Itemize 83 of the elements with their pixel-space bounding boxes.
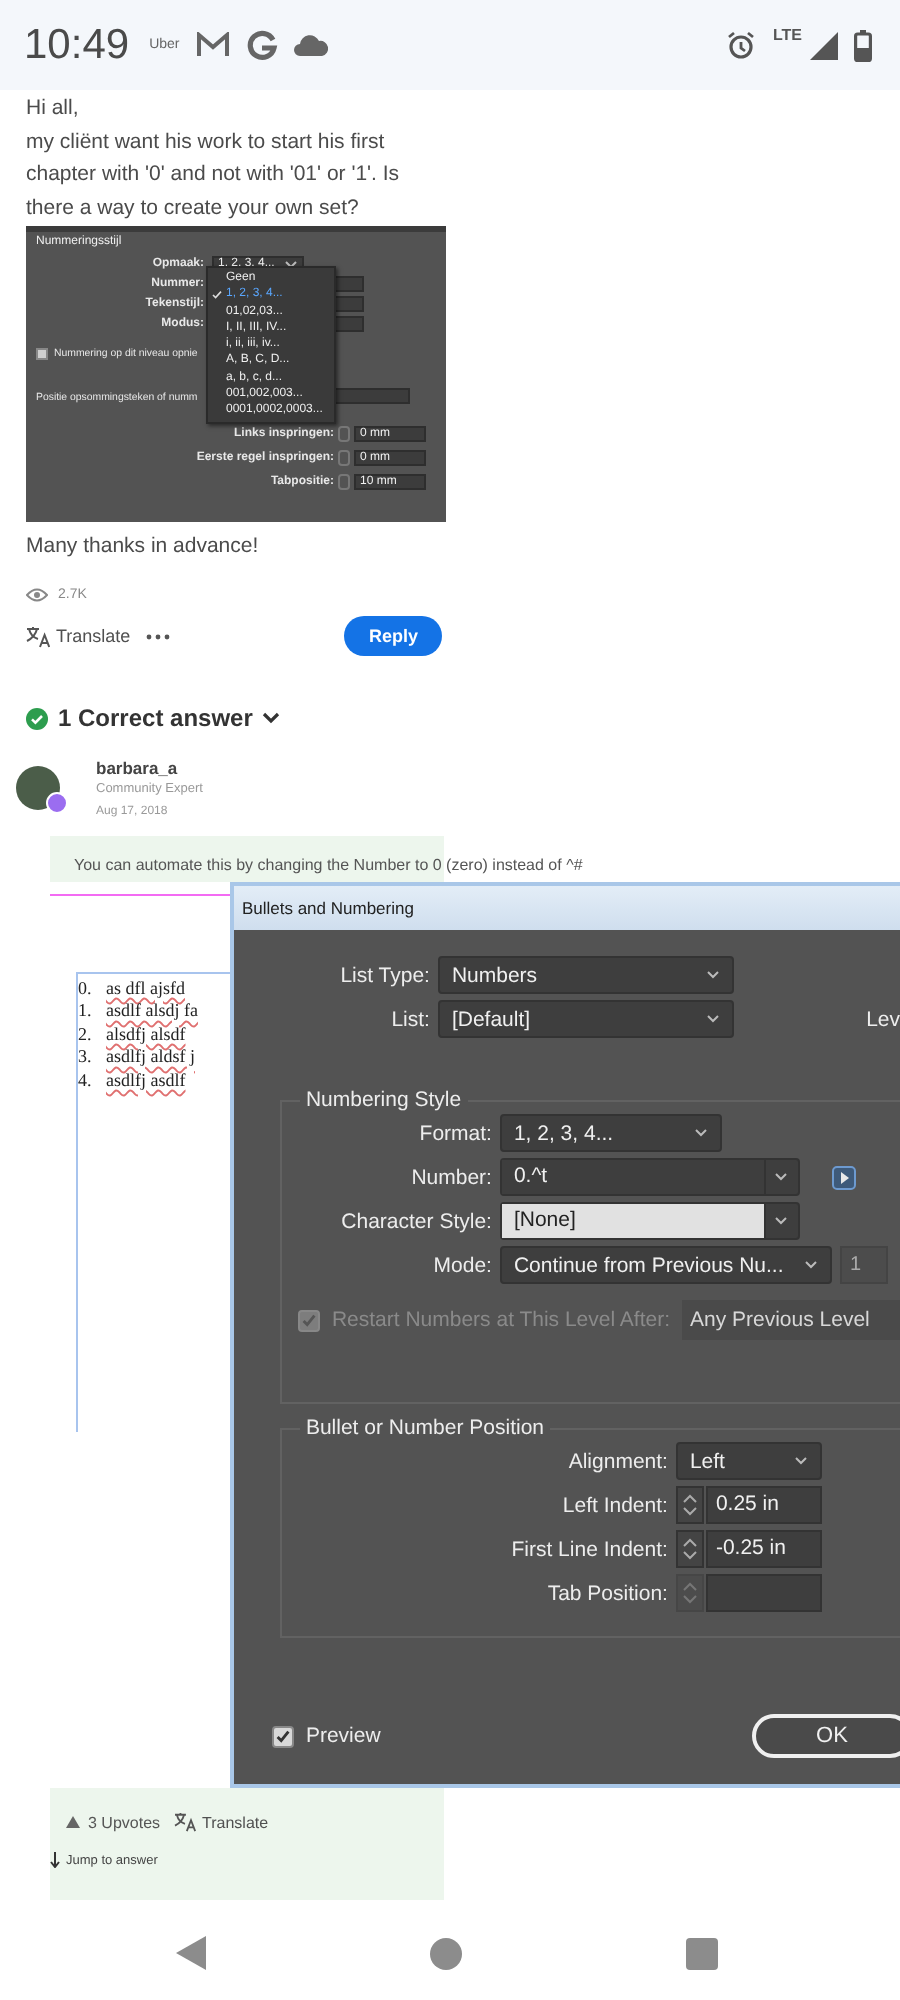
- list-number: 2.: [78, 1023, 94, 1044]
- field-label: First Line Indent:: [509, 1537, 668, 1561]
- checkmark-icon: [299, 1311, 318, 1329]
- dropdown[interactable]: Numbers: [437, 956, 734, 994]
- field-label: Alignment:: [566, 1449, 668, 1473]
- chevron-down-icon: [793, 1456, 808, 1466]
- number-field[interactable]: [705, 1574, 822, 1612]
- number-field[interactable]: -0.25 in: [705, 1530, 822, 1568]
- mail-icon: [195, 32, 230, 58]
- list-text: asdlfj aldsf j: [106, 1046, 197, 1067]
- dropdown[interactable]: Continue from Previous Nu...: [499, 1246, 832, 1284]
- arrow-down-icon: [50, 1852, 60, 1868]
- dropdown[interactable]: 1, 2, 3, 4...: [499, 1114, 722, 1152]
- recents-icon[interactable]: [686, 1937, 718, 1969]
- list-text: alsdfj alsdf: [106, 1023, 188, 1044]
- dropdown[interactable]: Left: [675, 1442, 822, 1480]
- reply-button[interactable]: Reply: [344, 616, 442, 656]
- list-number: 3.: [78, 1046, 94, 1067]
- chevron-down-icon: [774, 1216, 789, 1226]
- combo-field[interactable]: [None]: [499, 1202, 800, 1240]
- answer-text: You can automate this by changing the Number to 0 (zero) instead of ^#: [74, 856, 583, 874]
- g-logo-icon: [245, 29, 278, 61]
- eye-icon: [26, 588, 48, 602]
- field-label: Tab Position:: [545, 1581, 668, 1605]
- field-label: Format:: [417, 1121, 492, 1145]
- field-label: Left Indent:: [560, 1493, 668, 1517]
- dropdown[interactable]: [Default]: [437, 1000, 734, 1038]
- group-title: Bullet or Number Position: [299, 1416, 551, 1440]
- field-label: Lev: [864, 1007, 900, 1031]
- checkbox[interactable]: [36, 348, 48, 360]
- post-text: Hi all,: [26, 94, 81, 124]
- chevron-down-icon: [284, 259, 298, 269]
- checkbox-label: Preview: [305, 1724, 381, 1748]
- author-name[interactable]: barbara_a: [96, 758, 203, 778]
- chevron-down-icon: [705, 1014, 720, 1024]
- translate-icon: [174, 1812, 197, 1832]
- list-text: asdlfj asdlf: [106, 1069, 188, 1090]
- field-label: Character Style:: [339, 1209, 492, 1233]
- post-text: my cliënt want his work to start his first chapter with '0' and not with '01' or '1'. Is there a way to create your own set?: [26, 127, 402, 223]
- play-icon[interactable]: [831, 1165, 856, 1189]
- signal-icon: [810, 31, 838, 59]
- checkmark-icon: [273, 1727, 292, 1745]
- chevron-down-icon: [705, 970, 720, 980]
- upvote-icon[interactable]: [66, 1816, 80, 1828]
- checkmark-icon: [212, 290, 222, 301]
- list-number: 1.: [78, 1000, 94, 1021]
- correct-answer-heading: 1 Correct answer: [58, 704, 253, 732]
- translate-icon: [26, 625, 50, 647]
- badge-icon: [46, 792, 68, 814]
- field-label: List:: [389, 1007, 430, 1031]
- clock: 10:49: [24, 21, 130, 69]
- ok-button[interactable]: OK: [752, 1714, 900, 1758]
- home-icon[interactable]: [430, 1937, 462, 1969]
- upvote-count: 3 Upvotes: [88, 1813, 161, 1831]
- post-text: Many thanks in advance!: [26, 534, 261, 558]
- alarm-clock-icon: [726, 30, 757, 60]
- list-text: as dfl ajsfd: [106, 977, 187, 998]
- back-icon[interactable]: [176, 1936, 206, 1970]
- more-icon: [146, 633, 171, 639]
- checkbox[interactable]: [271, 1725, 294, 1747]
- field-label: Mode:: [431, 1253, 492, 1277]
- chevron-down-icon[interactable]: [262, 712, 281, 724]
- field-label: Number:: [409, 1165, 492, 1189]
- network-label: LTE: [772, 26, 802, 44]
- number-field[interactable]: 0.25 in: [705, 1486, 822, 1524]
- cloud-icon: [293, 34, 328, 56]
- stepper-icon[interactable]: [675, 1486, 704, 1524]
- chevron-down-icon: [774, 1172, 789, 1182]
- number-field[interactable]: 1: [839, 1246, 888, 1284]
- translate-button[interactable]: Translate: [174, 1812, 269, 1832]
- field-label: List Type:: [338, 963, 430, 987]
- chevron-down-icon: [693, 1128, 708, 1138]
- check-circle-icon: [26, 707, 48, 729]
- list-number: 4.: [78, 1069, 94, 1090]
- combo-field[interactable]: 0.^t: [499, 1158, 800, 1196]
- battery-icon: [854, 29, 872, 61]
- list-number: 0.: [78, 977, 94, 998]
- stepper-icon[interactable]: [675, 1530, 704, 1568]
- group-title: Numbering Style: [299, 1088, 468, 1112]
- dialog-title: Bullets and Numbering: [233, 886, 900, 930]
- chevron-down-icon: [803, 1260, 818, 1270]
- list-text: asdlf alsdj fa: [106, 1000, 200, 1021]
- translate-button[interactable]: Translate: [26, 625, 131, 647]
